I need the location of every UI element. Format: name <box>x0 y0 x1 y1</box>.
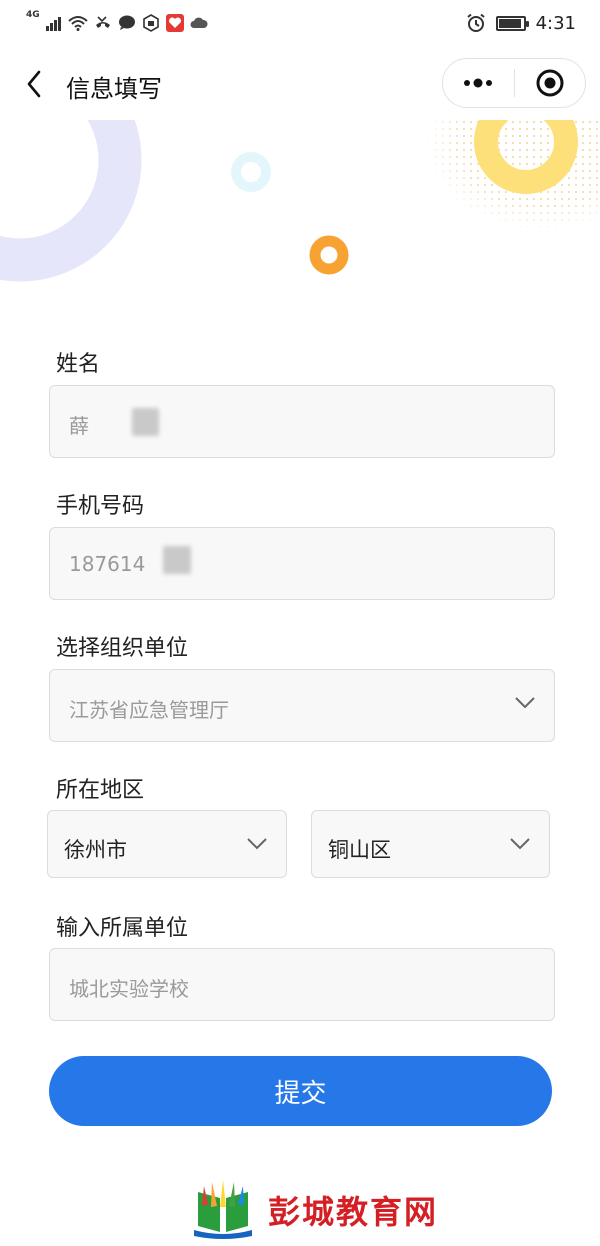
signal-icon <box>45 17 61 31</box>
chevron-down-icon <box>515 697 535 709</box>
more-button[interactable] <box>443 59 514 107</box>
chevron-down-icon <box>510 838 530 850</box>
district-value: 铜山区 <box>328 838 391 862</box>
phone-label: 手机号码 <box>56 494 145 519</box>
clock: 4:31 <box>535 12 576 34</box>
close-miniprogram-button[interactable] <box>515 59 586 107</box>
organization-select[interactable]: 江苏省应急管理厅 <box>49 669 555 742</box>
name-input[interactable]: 薛 <box>49 385 555 458</box>
decorative-shapes <box>0 120 600 282</box>
battery-icon <box>495 15 529 31</box>
name-redaction-blur <box>132 408 159 436</box>
name-label: 姓名 <box>56 352 101 377</box>
network-type-label: 4G <box>26 10 40 20</box>
message-icon <box>118 15 135 30</box>
unit-input[interactable]: 城北实验学校 <box>49 948 555 1021</box>
header-decoration <box>0 120 600 320</box>
unit-value: 城北实验学校 <box>69 977 189 1001</box>
target-circle-icon <box>536 69 564 97</box>
phone-value: 187614 <box>69 552 146 576</box>
more-dots-icon <box>464 78 493 88</box>
organization-value: 江苏省应急管理厅 <box>69 698 229 722</box>
unit-label: 输入所属单位 <box>56 916 189 941</box>
district-select[interactable]: 铜山区 <box>311 810 550 878</box>
alarm-icon <box>466 13 485 32</box>
chevron-down-icon <box>247 838 267 850</box>
region-label: 所在地区 <box>56 778 145 803</box>
city-select[interactable]: 徐州市 <box>47 810 287 878</box>
status-icons-right: 4:31 <box>466 12 576 34</box>
city-value: 徐州市 <box>64 838 127 862</box>
app-heart-icon <box>165 14 184 32</box>
page-title: 信息填写 <box>66 75 162 103</box>
phone-redaction-blur <box>163 546 191 574</box>
orange-ring-shape <box>309 235 349 275</box>
name-value: 薛 <box>69 414 89 438</box>
organization-label: 选择组织单位 <box>56 636 189 661</box>
missed-call-icon <box>95 16 110 28</box>
back-button[interactable] <box>18 66 50 102</box>
status-icons-left: 4G <box>26 10 208 34</box>
footer-logo: 彭城教育网 <box>190 1180 438 1240</box>
app-notification-icon <box>142 14 159 32</box>
lavender-ring-shape <box>0 120 142 282</box>
nav-bar: 信息填写 <box>0 48 600 120</box>
chevron-left-icon <box>27 70 41 98</box>
submit-button[interactable]: 提交 <box>49 1056 552 1126</box>
book-logo-icon <box>194 1180 252 1239</box>
phone-input[interactable]: 187614 <box>49 527 555 600</box>
logo-text: 彭城教育网 <box>268 1193 439 1231</box>
status-bar: 4G 4:31 <box>0 0 600 48</box>
cyan-ring-shape <box>231 152 271 192</box>
cloud-icon <box>190 17 208 28</box>
wifi-icon <box>67 16 88 31</box>
miniprogram-capsule <box>442 58 586 108</box>
